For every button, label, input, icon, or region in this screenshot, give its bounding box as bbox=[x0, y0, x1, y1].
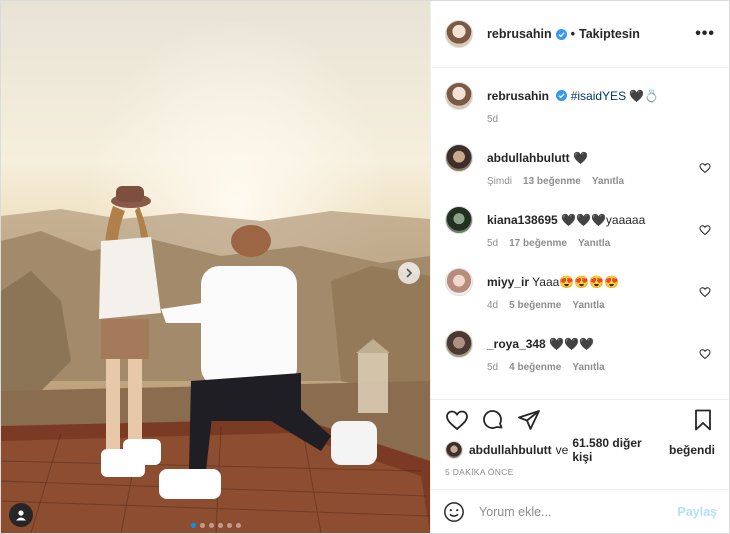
likes-summary: abdullahbulutt ve 61.580 diğer kişi beğe… bbox=[431, 436, 729, 464]
comment-likes[interactable]: 13 beğenme bbox=[523, 176, 581, 187]
comment-text: 🖤🖤🖤 bbox=[549, 337, 594, 351]
post-photo bbox=[1, 1, 430, 533]
like-comment-heart-icon[interactable] bbox=[699, 286, 711, 298]
comment-text: 🖤🖤🖤yaaaaa bbox=[561, 213, 646, 227]
avatar[interactable] bbox=[445, 144, 473, 172]
verified-badge-icon bbox=[556, 90, 568, 101]
carousel-dot bbox=[208, 523, 214, 528]
comment-likes[interactable]: 5 beğenme bbox=[509, 300, 561, 311]
add-comment-bar: Paylaş bbox=[431, 489, 729, 533]
carousel-indicator bbox=[1, 523, 430, 528]
reply-button[interactable]: Yanıtla bbox=[572, 362, 604, 373]
likes-suffix: beğendi bbox=[668, 443, 715, 457]
tagged-users-button[interactable] bbox=[9, 503, 33, 527]
reply-button[interactable]: Yanıtla bbox=[578, 238, 610, 249]
avatar[interactable] bbox=[445, 441, 463, 459]
likes-connector: ve bbox=[555, 443, 569, 457]
comments-list[interactable]: rebrusahin #isaidYES 🖤💍 5d abdullahbulut… bbox=[431, 68, 729, 399]
comment-age: 5d bbox=[487, 238, 499, 249]
comment-age: 5d bbox=[487, 362, 499, 373]
bookmark-icon[interactable] bbox=[691, 408, 715, 432]
comment-age: Şimdi bbox=[487, 176, 513, 187]
follow-separator: • bbox=[570, 27, 575, 41]
comment-age: 4d bbox=[487, 300, 499, 311]
avatar[interactable] bbox=[445, 82, 473, 110]
share-paper-plane-icon[interactable] bbox=[517, 408, 541, 432]
more-options-button[interactable]: ••• bbox=[695, 25, 715, 43]
comment-item: kiana138695 🖤🖤🖤yaaaaa 5d 17 beğenme Yanı… bbox=[445, 206, 715, 268]
carousel-dot bbox=[190, 523, 196, 528]
caption-emoji: 🖤💍 bbox=[629, 89, 660, 103]
carousel-dot bbox=[199, 523, 205, 528]
carousel-dot bbox=[226, 523, 232, 528]
comment-username[interactable]: _roya_348 bbox=[487, 337, 546, 351]
comment-item: abdullahbulutt 🖤 Şimdi 13 beğenme Yanıtl… bbox=[445, 144, 715, 206]
post-comment-button[interactable]: Paylaş bbox=[677, 505, 717, 519]
caption-age: 5d bbox=[487, 114, 499, 125]
comment-username[interactable]: kiana138695 bbox=[487, 213, 558, 227]
follow-status-button[interactable]: Takiptesin bbox=[579, 27, 640, 41]
instagram-post: rebrusahin • Takiptesin ••• rebrusahin #… bbox=[0, 0, 730, 534]
emoji-smiley-icon[interactable] bbox=[443, 501, 465, 523]
comment-username[interactable]: abdullahbulutt bbox=[487, 151, 570, 165]
comment-item: _roya_348 🖤🖤🖤 5d 4 beğenme Yanıtla bbox=[445, 330, 715, 392]
comment-likes[interactable]: 17 beğenme bbox=[509, 238, 567, 249]
action-bar bbox=[431, 399, 729, 439]
like-comment-heart-icon[interactable] bbox=[699, 162, 711, 174]
comment-bubble-icon[interactable] bbox=[481, 408, 505, 432]
avatar[interactable] bbox=[445, 268, 473, 296]
liker-username[interactable]: abdullahbulutt bbox=[469, 443, 552, 457]
caption-username[interactable]: rebrusahin bbox=[487, 89, 549, 103]
comment-username[interactable]: miyy_ir bbox=[487, 275, 529, 289]
user-icon bbox=[16, 510, 26, 521]
comment-item: miyy_ir Yaaa😍😍😍😍 4d 5 beğenme Yanıtla bbox=[445, 268, 715, 330]
carousel-next-button[interactable] bbox=[398, 262, 420, 284]
avatar[interactable] bbox=[445, 206, 473, 234]
carousel-dot bbox=[217, 523, 223, 528]
author-username[interactable]: rebrusahin bbox=[487, 27, 552, 41]
avatar[interactable] bbox=[445, 330, 473, 358]
post-timestamp[interactable]: 5 DAKİKA ÖNCE bbox=[431, 461, 729, 483]
post-sidebar: rebrusahin • Takiptesin ••• rebrusahin #… bbox=[430, 1, 729, 533]
comment-input[interactable] bbox=[479, 504, 678, 519]
like-comment-heart-icon[interactable] bbox=[699, 348, 711, 360]
comment-text: 🖤 bbox=[573, 151, 588, 165]
likes-count-link[interactable]: 61.580 diğer kişi bbox=[572, 436, 665, 464]
hashtag-link[interactable]: #isaidYES bbox=[571, 89, 626, 103]
comment-likes[interactable]: 4 beğenme bbox=[509, 362, 561, 373]
verified-badge-icon bbox=[555, 28, 567, 40]
caption: rebrusahin #isaidYES 🖤💍 5d bbox=[445, 82, 715, 144]
post-header: rebrusahin • Takiptesin ••• bbox=[431, 1, 729, 68]
avatar[interactable] bbox=[445, 20, 473, 48]
reply-button[interactable]: Yanıtla bbox=[572, 300, 604, 311]
comment-text: Yaaa😍😍😍😍 bbox=[532, 275, 620, 289]
chevron-right-icon bbox=[406, 268, 413, 278]
post-media[interactable] bbox=[1, 1, 430, 533]
carousel-dot bbox=[235, 523, 241, 528]
reply-button[interactable]: Yanıtla bbox=[592, 176, 624, 187]
like-comment-heart-icon[interactable] bbox=[699, 224, 711, 236]
like-heart-icon[interactable] bbox=[445, 408, 469, 432]
